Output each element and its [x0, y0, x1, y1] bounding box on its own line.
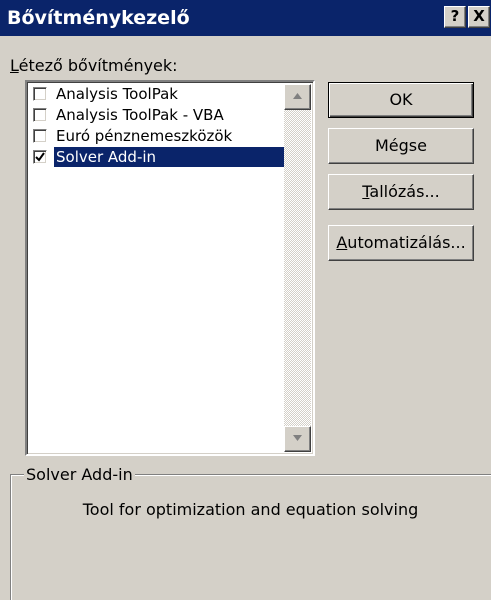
addin-label: Analysis ToolPak - VBA [56, 106, 224, 124]
automation-label: utomatizálás... [347, 233, 466, 252]
scroll-up-button[interactable] [284, 84, 311, 110]
addin-checkbox-solver[interactable] [33, 150, 47, 164]
addin-checkbox-euro-currency-tools[interactable] [33, 129, 47, 143]
cancel-button[interactable]: Mégse [328, 128, 474, 164]
addin-label: Solver Add-in [54, 147, 284, 167]
arrow-up-icon [293, 93, 302, 99]
browse-button[interactable]: Tallózás... [328, 174, 474, 210]
addin-label: Analysis ToolPak [56, 85, 178, 103]
details-description: Tool for optimization and equation solvi… [82, 500, 419, 519]
scroll-down-button[interactable] [284, 426, 311, 452]
addins-label-text: étező bővítmények: [18, 56, 178, 75]
addin-label: Euró pénznemeszközök [56, 127, 233, 145]
close-button[interactable]: X [468, 6, 490, 28]
addin-item-solver[interactable]: Solver Add-in [30, 147, 286, 168]
details-groupbox [10, 474, 491, 600]
window-title: Bővítménykezelő [7, 7, 190, 29]
addin-item-analysis-toolpak-vba[interactable]: Analysis ToolPak - VBA [30, 105, 286, 126]
addin-item-euro-currency-tools[interactable]: Euró pénznemeszközök [30, 126, 286, 147]
automation-button[interactable]: Automatizálás... [328, 225, 474, 261]
automation-accel: A [336, 233, 348, 252]
title-bar: Bővítménykezelő ? X [0, 0, 491, 36]
addins-scrollbar[interactable] [284, 84, 311, 452]
arrow-down-icon [293, 435, 302, 441]
ok-button[interactable]: OK [328, 82, 474, 118]
help-button[interactable]: ? [444, 6, 466, 28]
checkmark-icon [35, 152, 45, 162]
details-title: Solver Add-in [24, 465, 135, 485]
addins-listbox[interactable]: Analysis ToolPak Analysis ToolPak - VBA … [25, 80, 315, 456]
addin-item-analysis-toolpak[interactable]: Analysis ToolPak [30, 84, 286, 105]
browse-label: allózás... [369, 182, 440, 201]
addins-label-accel: L [10, 56, 19, 75]
addin-checkbox-analysis-toolpak[interactable] [33, 87, 47, 101]
addin-checkbox-analysis-toolpak-vba[interactable] [33, 108, 47, 122]
addins-list-label: Létező bővítmények: [10, 56, 178, 76]
